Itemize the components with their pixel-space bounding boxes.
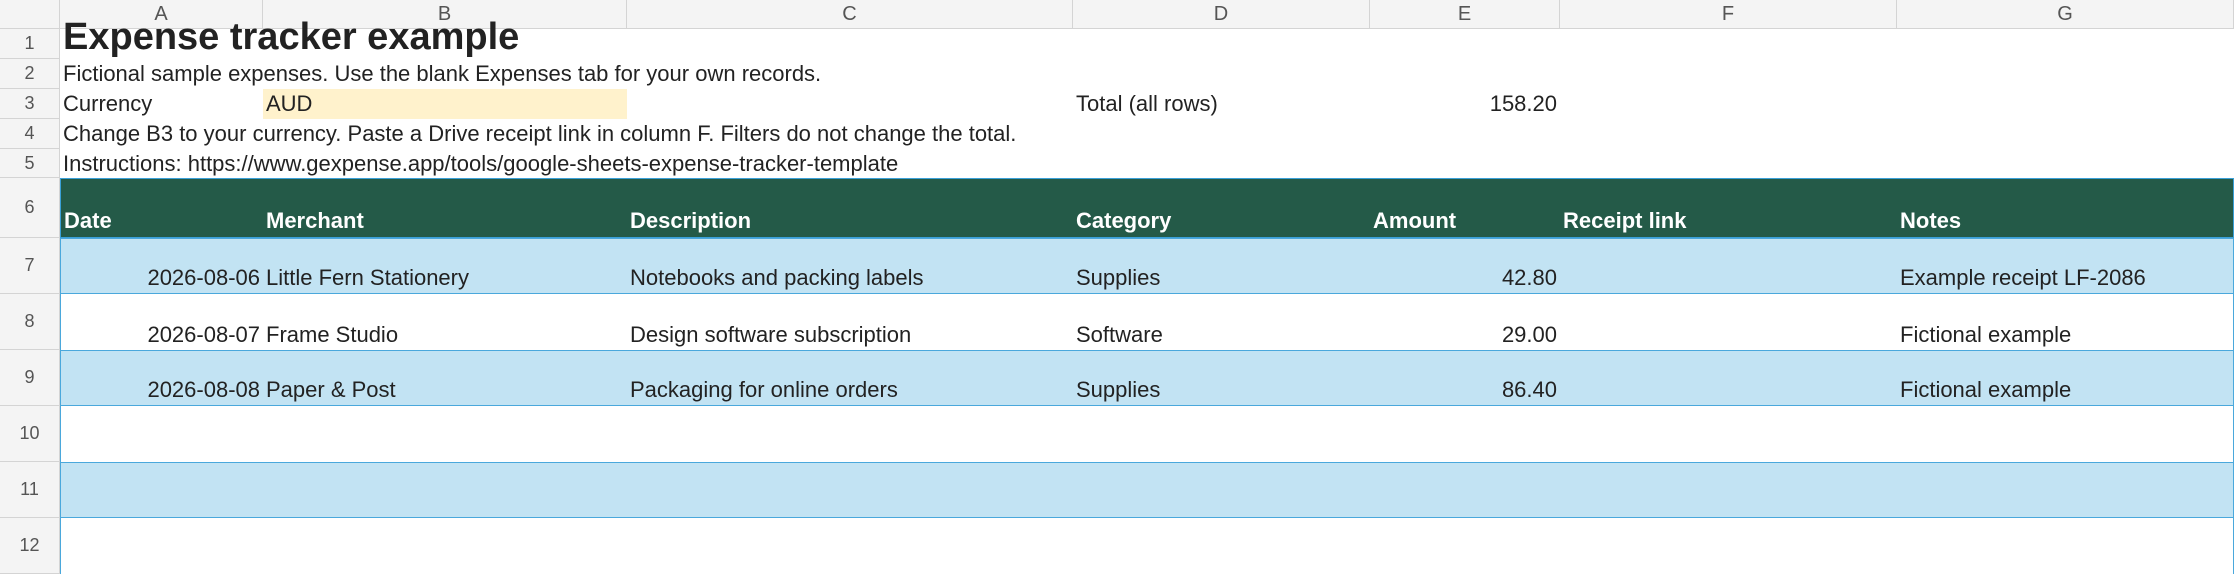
cell-description[interactable]: Packaging for online orders <box>627 351 1073 405</box>
cell-receipt-link[interactable] <box>1560 239 1897 293</box>
empty-table-row[interactable] <box>60 462 2234 518</box>
row-12: 12 <box>0 518 2234 574</box>
cell-merchant[interactable]: Paper & Post <box>263 351 627 405</box>
row-4: 4 Change B3 to your currency. Paste a Dr… <box>0 119 2234 149</box>
cell-description[interactable]: Notebooks and packing labels <box>627 239 1073 293</box>
row-9: 9 2026-08-08 Paper & Post Packaging for … <box>0 350 2234 406</box>
row-6: 6 Date Merchant Description Category Amo… <box>0 178 2234 238</box>
row-header-5[interactable]: 5 <box>0 149 60 178</box>
cell-date[interactable]: 2026-08-08 <box>61 351 263 405</box>
row-header-6[interactable]: 6 <box>0 178 60 238</box>
row-header-3[interactable]: 3 <box>0 89 60 119</box>
cell-category[interactable]: Supplies <box>1073 351 1370 405</box>
column-header-g[interactable]: G <box>1897 0 2234 29</box>
row-5: 5 Instructions: https://www.gexpense.app… <box>0 149 2234 178</box>
header-merchant[interactable]: Merchant <box>263 179 627 237</box>
cell-category[interactable]: Software <box>1073 294 1370 350</box>
header-date[interactable]: Date <box>61 179 263 237</box>
column-header-d[interactable]: D <box>1073 0 1370 29</box>
currency-value-cell[interactable]: AUD <box>263 89 627 119</box>
table-row: 2026-08-06 Little Fern Stationery Notebo… <box>60 238 2234 294</box>
row-10: 10 <box>0 406 2234 462</box>
cell-date[interactable]: 2026-08-06 <box>61 239 263 293</box>
header-receipt-link[interactable]: Receipt link <box>1560 179 1897 237</box>
row-header-10[interactable]: 10 <box>0 406 60 462</box>
empty-table-row[interactable] <box>60 406 2234 462</box>
instructions-link[interactable]: Instructions: https://www.gexpense.app/t… <box>60 149 1460 178</box>
empty-table-row[interactable] <box>60 518 2234 574</box>
cell-notes[interactable]: Fictional example <box>1897 294 2233 350</box>
row-7: 7 2026-08-06 Little Fern Stationery Note… <box>0 238 2234 294</box>
total-value[interactable]: 158.20 <box>1370 89 1560 119</box>
cell-receipt-link[interactable] <box>1560 351 1897 405</box>
row-1: 1 Expense tracker example <box>0 16 2234 59</box>
instructions-text[interactable]: Change B3 to your currency. Paste a Driv… <box>60 119 1460 149</box>
cell-receipt-link[interactable] <box>1560 294 1897 350</box>
header-description[interactable]: Description <box>627 179 1073 237</box>
row-3: 3 Currency AUD Total (all rows) 158.20 <box>0 89 2234 119</box>
row-header-7[interactable]: 7 <box>0 238 60 294</box>
sheet-title[interactable]: Expense tracker example <box>60 15 1060 59</box>
cell-amount[interactable]: 42.80 <box>1370 239 1560 293</box>
row-header-4[interactable]: 4 <box>0 119 60 149</box>
table-row: 2026-08-08 Paper & Post Packaging for on… <box>60 350 2234 406</box>
row-header-9[interactable]: 9 <box>0 350 60 406</box>
row-header-1[interactable]: 1 <box>0 29 60 59</box>
row-header-2[interactable]: 2 <box>0 59 60 89</box>
column-header-e[interactable]: E <box>1370 0 1560 29</box>
cell-merchant[interactable]: Little Fern Stationery <box>263 239 627 293</box>
row-11: 11 <box>0 462 2234 518</box>
table-row: 2026-08-07 Frame Studio Design software … <box>60 294 2234 350</box>
table-header-row: Date Merchant Description Category Amoun… <box>60 178 2234 238</box>
row-8: 8 2026-08-07 Frame Studio Design softwar… <box>0 294 2234 350</box>
cell-notes[interactable]: Fictional example <box>1897 351 2233 405</box>
spreadsheet: A B C D E F G 1 Expense tracker example … <box>0 0 2234 576</box>
select-all-corner[interactable] <box>0 0 60 29</box>
row-header-12[interactable]: 12 <box>0 518 60 574</box>
cell-amount[interactable]: 29.00 <box>1370 294 1560 350</box>
empty-cell[interactable] <box>627 89 1073 119</box>
cell-date[interactable]: 2026-08-07 <box>61 294 263 350</box>
cell-description[interactable]: Design software subscription <box>627 294 1073 350</box>
cell-category[interactable]: Supplies <box>1073 239 1370 293</box>
row-header-8[interactable]: 8 <box>0 294 60 350</box>
row-2: 2 Fictional sample expenses. Use the bla… <box>0 59 2234 89</box>
header-notes[interactable]: Notes <box>1897 179 2233 237</box>
total-label[interactable]: Total (all rows) <box>1073 89 1370 119</box>
cell-grid: 1 Expense tracker example 2 Fictional sa… <box>0 16 2234 574</box>
cell-notes[interactable]: Example receipt LF-2086 <box>1897 239 2233 293</box>
currency-label[interactable]: Currency <box>60 89 263 119</box>
column-header-f[interactable]: F <box>1560 0 1897 29</box>
sheet-subtitle[interactable]: Fictional sample expenses. Use the blank… <box>60 59 1260 89</box>
row-header-11[interactable]: 11 <box>0 462 60 518</box>
header-amount[interactable]: Amount <box>1370 179 1560 237</box>
header-category[interactable]: Category <box>1073 179 1370 237</box>
cell-merchant[interactable]: Frame Studio <box>263 294 627 350</box>
cell-amount[interactable]: 86.40 <box>1370 351 1560 405</box>
